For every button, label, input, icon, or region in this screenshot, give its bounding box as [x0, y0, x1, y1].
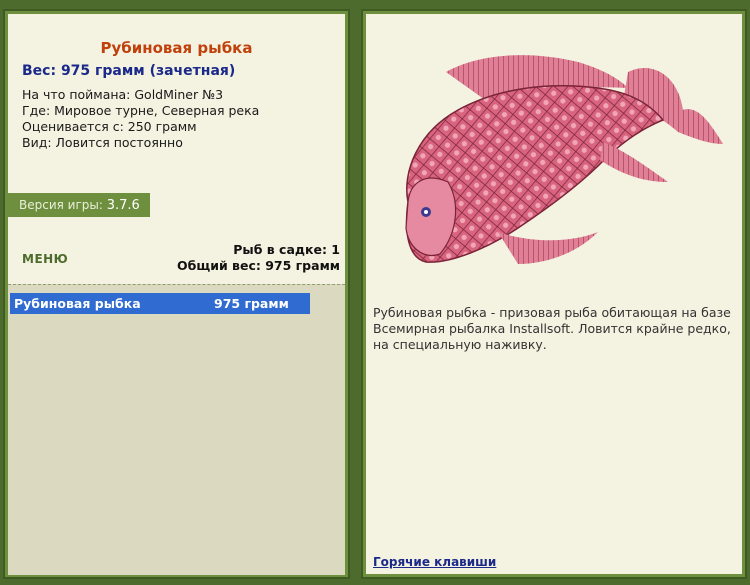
fish-count: Рыб в садке: 1	[233, 242, 340, 257]
evaluation-threshold: Оценивается с: 250 грамм	[22, 119, 197, 134]
version-bar: Версия игры: 3.7.6	[5, 193, 150, 217]
total-weight: Общий вес: 975 грамм	[177, 258, 340, 273]
list-item-weight: 975 грамм	[214, 296, 289, 311]
catch-location: Где: Мировое турне, Северная река	[22, 103, 260, 118]
menu-button[interactable]: МЕНЮ	[22, 252, 68, 266]
left-panel: Рубиновая рыбка Вес: 975 грамм (зачетная…	[3, 9, 350, 579]
version-number: 3.7.6	[106, 198, 140, 213]
fish-title: Рубиновая рыбка	[100, 39, 253, 57]
catch-list: Рубиновая рыбка 975 грамм	[8, 284, 345, 575]
fish-weight: Вес: 975 грамм (зачетная)	[22, 63, 236, 79]
caught-with: На что поймана: GoldMiner №3	[22, 87, 224, 102]
hotkeys-link[interactable]: Горячие клавиши	[373, 555, 496, 569]
fish-description: Рубиновая рыбка - призовая рыба обитающа…	[373, 305, 731, 352]
fish-image	[405, 55, 723, 264]
version-label: Версия игры:	[19, 198, 103, 212]
catch-stats: Рыб в садке: 1 Общий вес: 975 грамм	[177, 242, 340, 274]
right-panel: Рубиновая рыбка - призовая рыба обитающа…	[361, 9, 747, 579]
list-item[interactable]: Рубиновая рыбка 975 грамм	[10, 293, 310, 314]
fish-kind: Вид: Ловится постоянно	[22, 135, 183, 150]
list-item-name: Рубиновая рыбка	[14, 296, 141, 311]
